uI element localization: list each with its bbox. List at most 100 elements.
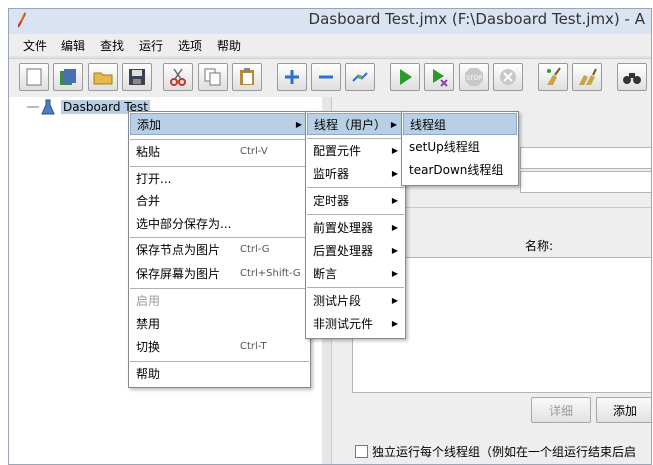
ctx-save-node-image-label: 保存节点为图片 [136, 243, 221, 257]
start-icon [400, 69, 412, 85]
thread-group-label: 线程组 [410, 118, 447, 132]
shutdown-button[interactable] [493, 63, 523, 91]
menu-options[interactable]: 选项 [178, 37, 202, 54]
window-title: Dasboard Test.jmx (F:\Dasboard Test.jmx)… [308, 10, 645, 28]
new-button[interactable] [19, 63, 49, 91]
add-threads-label: 线程（用户） [314, 118, 387, 132]
ctx-save-screen-image[interactable]: 保存屏幕为图片 Ctrl+Shift-G [130, 263, 309, 285]
expand-button[interactable] [277, 63, 307, 91]
ctx-open-label: 打开... [136, 172, 172, 186]
add-listener[interactable]: 监听器 ▶ [307, 163, 404, 185]
clear-button[interactable] [538, 63, 568, 91]
teardown-thread-group-label: tearDown线程组 [409, 163, 504, 177]
save-button[interactable] [122, 63, 152, 91]
add-pre-label: 前置处理器 [313, 221, 374, 235]
clear-all-button[interactable] [572, 63, 602, 91]
start-button[interactable] [390, 63, 420, 91]
variables-name-column: 名称: [525, 239, 554, 253]
ctx-toggle-shortcut: Ctrl-T [240, 341, 267, 352]
menu-separator [130, 139, 309, 140]
ctx-save-screen-image-shortcut: Ctrl+Shift-G [240, 268, 301, 279]
open-icon [93, 72, 113, 85]
new-icon [26, 68, 42, 86]
test-plan-flask-icon [41, 99, 55, 115]
ctx-help[interactable]: 帮助 [130, 363, 309, 385]
copy-icon [204, 68, 221, 86]
submenu-arrow-icon: ▶ [390, 120, 397, 129]
ctx-help-label: 帮助 [136, 367, 161, 381]
teardown-thread-group-item[interactable]: tearDown线程组 [403, 159, 517, 181]
submenu-arrow-icon: ▶ [391, 146, 398, 155]
binoculars-icon [623, 73, 641, 84]
add-assertion[interactable]: 断言 ▶ [307, 263, 404, 285]
menu-help[interactable]: 帮助 [217, 37, 241, 54]
collapse-button[interactable] [311, 63, 341, 91]
clear-icon [547, 67, 561, 85]
submenu-arrow-icon: ▶ [391, 296, 398, 305]
paste-icon [240, 68, 254, 85]
add-timer[interactable]: 定时器 ▶ [307, 190, 404, 212]
name-field[interactable] [520, 147, 651, 169]
paste-button[interactable] [232, 63, 262, 91]
start-no-pause-button[interactable] [424, 63, 454, 91]
copy-button[interactable] [198, 63, 228, 91]
collapse-icon [319, 75, 333, 79]
stop-button[interactable]: STOP [459, 63, 489, 91]
ctx-enable: 启用 [130, 290, 309, 312]
thread-group-item[interactable]: 线程组 [403, 113, 517, 135]
add-test-fragment[interactable]: 测试片段 ▶ [307, 290, 404, 312]
cut-icon [170, 68, 186, 86]
ctx-save-selection[interactable]: 选中部分保存为... [130, 213, 309, 235]
templates-button[interactable] [53, 63, 83, 91]
detail-button[interactable]: 详细 [531, 397, 591, 423]
add-fragment-label: 测试片段 [313, 294, 362, 308]
menu-separator [307, 214, 404, 215]
add-threads[interactable]: 线程（用户） ▶ [307, 113, 404, 135]
submenu-arrow-icon: ▶ [295, 120, 302, 129]
run-independent-checkbox[interactable] [355, 445, 368, 458]
menu-run[interactable]: 运行 [139, 37, 163, 54]
setup-thread-group-item[interactable]: setUp线程组 [403, 136, 517, 158]
setup-thread-group-label: setUp线程组 [409, 140, 480, 154]
submenu-arrow-icon: ▶ [391, 196, 398, 205]
add-post-processor[interactable]: 后置处理器 ▶ [307, 240, 404, 262]
jmeter-feather-icon [18, 12, 26, 28]
comments-field[interactable] [520, 171, 651, 193]
stop-icon: STOP [465, 68, 483, 86]
ctx-toggle[interactable]: 切换 Ctrl-T [130, 336, 309, 358]
ctx-paste[interactable]: 粘贴 Ctrl-V [130, 141, 309, 163]
toggle-icon [352, 72, 368, 82]
ctx-merge[interactable]: 合并 [130, 190, 309, 212]
add-pre-processor[interactable]: 前置处理器 ▶ [307, 217, 404, 239]
ctx-merge-label: 合并 [136, 194, 161, 208]
ctx-save-node-image[interactable]: 保存节点为图片 Ctrl-G [130, 239, 309, 261]
add-button[interactable]: 添加 [596, 397, 651, 423]
add-listener-label: 监听器 [313, 167, 350, 181]
ctx-open[interactable]: 打开... [130, 168, 309, 190]
ctx-disable[interactable]: 禁用 [130, 313, 309, 335]
submenu-arrow-icon: ▶ [391, 169, 398, 178]
menu-edit[interactable]: 编辑 [61, 37, 85, 54]
toggle-button[interactable] [345, 63, 375, 91]
add-non-test-label: 非测试元件 [313, 317, 374, 331]
add-config[interactable]: 配置元件 ▶ [307, 140, 404, 162]
menu-search[interactable]: 查找 [100, 37, 124, 54]
add-timer-label: 定时器 [313, 194, 350, 208]
ctx-save-selection-label: 选中部分保存为... [136, 217, 232, 231]
menu-separator [307, 187, 404, 188]
submenu-arrow-icon: ▶ [391, 223, 398, 232]
add-non-test-elements[interactable]: 非测试元件 ▶ [307, 313, 404, 335]
svg-text:STOP: STOP [466, 75, 482, 82]
menu-file[interactable]: 文件 [23, 37, 47, 54]
open-button[interactable] [88, 63, 118, 91]
cut-button[interactable] [163, 63, 193, 91]
ctx-paste-label: 粘贴 [136, 145, 161, 159]
search-button[interactable] [617, 63, 647, 91]
clear-all-icon [579, 68, 597, 85]
context-menu: 添加 ▶ 粘贴 Ctrl-V 打开... 合并 选中部分保存为... 保存节点为… [128, 111, 311, 388]
title-bar: Dasboard Test.jmx (F:\Dasboard Test.jmx)… [9, 9, 651, 33]
menu-separator [130, 361, 309, 362]
ctx-add[interactable]: 添加 ▶ [130, 113, 309, 135]
submenu-arrow-icon: ▶ [391, 319, 398, 328]
add-submenu: 线程（用户） ▶ 配置元件 ▶ 监听器 ▶ 定时器 ▶ 前置处理器 ▶ 后置处理… [305, 111, 406, 339]
